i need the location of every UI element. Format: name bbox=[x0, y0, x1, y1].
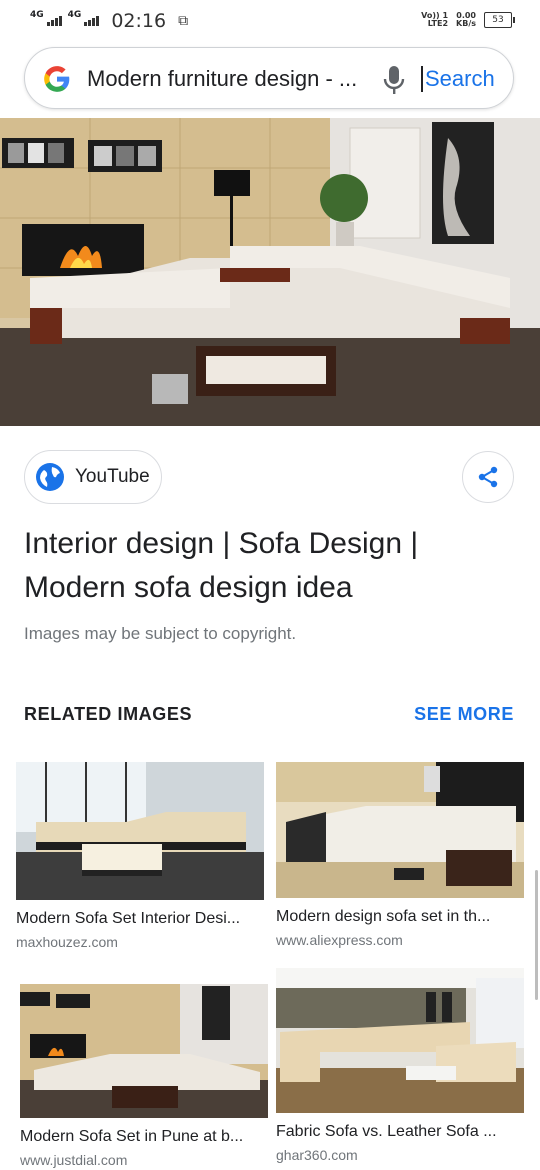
result-title[interactable]: Interior design | Sofa Design | Modern s… bbox=[24, 522, 524, 610]
signal-icon: 4G bbox=[30, 11, 62, 26]
search-bar[interactable]: Modern furniture design - ... Search bbox=[24, 47, 514, 109]
google-g-icon bbox=[44, 66, 70, 92]
related-title-2[interactable]: Modern design sofa set in th... bbox=[276, 908, 524, 926]
speed-unit: KB/s bbox=[456, 19, 476, 28]
related-site-4: ghar360.com bbox=[276, 1147, 358, 1163]
related-card-1[interactable]: Modern Sofa Set Interior Desi... maxhouz… bbox=[16, 762, 264, 950]
related-site-1: maxhouzez.com bbox=[16, 934, 118, 950]
related-image-4 bbox=[276, 968, 524, 1113]
volte-indicator: Vo)) 1 LTE2 bbox=[421, 12, 448, 28]
search-query[interactable]: Modern furniture design - ... bbox=[87, 66, 387, 92]
sofa-room-image bbox=[0, 118, 540, 426]
related-thumb-3[interactable] bbox=[20, 984, 268, 1118]
selected-image[interactable] bbox=[0, 118, 540, 426]
globe-icon bbox=[36, 463, 64, 491]
related-title-1[interactable]: Modern Sofa Set Interior Desi... bbox=[16, 910, 264, 928]
mic-icon[interactable] bbox=[383, 65, 405, 95]
related-site-3: www.justdial.com bbox=[20, 1152, 128, 1168]
screenshot-icon: ⧉ bbox=[178, 13, 189, 29]
network-label-2: 4G bbox=[67, 10, 82, 20]
related-thumb-4[interactable] bbox=[276, 968, 524, 1113]
related-card-4[interactable]: Fabric Sofa vs. Leather Sofa ... ghar360… bbox=[276, 968, 524, 1163]
signal-icon-2: 4G bbox=[68, 11, 100, 26]
scroll-indicator[interactable] bbox=[535, 870, 538, 1000]
volte-line-2: LTE2 bbox=[427, 19, 449, 28]
related-image-2 bbox=[276, 762, 524, 898]
source-chip[interactable]: YouTube bbox=[24, 450, 162, 504]
clock: 02:16 bbox=[111, 10, 167, 32]
status-right: Vo)) 1 LTE2 0.00 KB/s 53 bbox=[421, 12, 515, 28]
share-button[interactable] bbox=[462, 451, 514, 503]
related-site-2: www.aliexpress.com bbox=[276, 932, 403, 948]
share-icon bbox=[478, 466, 498, 488]
status-left: 4G 4G 02:16 ⧉ bbox=[30, 10, 188, 32]
speed-indicator: 0.00 KB/s bbox=[456, 12, 476, 28]
related-title-4[interactable]: Fabric Sofa vs. Leather Sofa ... bbox=[276, 1123, 524, 1141]
image-result-page: 4G 4G 02:16 ⧉ Vo)) 1 LTE2 0.00 KB/s 53 M… bbox=[0, 0, 540, 1170]
related-card-3[interactable]: Modern Sofa Set in Pune at b... www.just… bbox=[20, 984, 268, 1168]
status-bar: 4G 4G 02:16 ⧉ Vo)) 1 LTE2 0.00 KB/s 53 bbox=[0, 0, 540, 40]
battery-level: 53 bbox=[492, 15, 504, 25]
copyright-note: Images may be subject to copyright. bbox=[24, 624, 297, 643]
network-label: 4G bbox=[30, 10, 44, 20]
search-button[interactable]: Search bbox=[421, 66, 495, 92]
related-image-1 bbox=[16, 762, 264, 900]
source-label: YouTube bbox=[75, 466, 150, 487]
related-image-3 bbox=[20, 984, 268, 1118]
related-title-3[interactable]: Modern Sofa Set in Pune at b... bbox=[20, 1128, 268, 1146]
related-thumb-1[interactable] bbox=[16, 762, 264, 900]
related-images-heading: RELATED IMAGES bbox=[24, 704, 193, 724]
related-thumb-2[interactable] bbox=[276, 762, 524, 898]
battery-icon: 53 bbox=[484, 12, 515, 28]
related-card-2[interactable]: Modern design sofa set in th... www.alie… bbox=[276, 762, 524, 948]
see-more-link[interactable]: SEE MORE bbox=[414, 704, 514, 725]
